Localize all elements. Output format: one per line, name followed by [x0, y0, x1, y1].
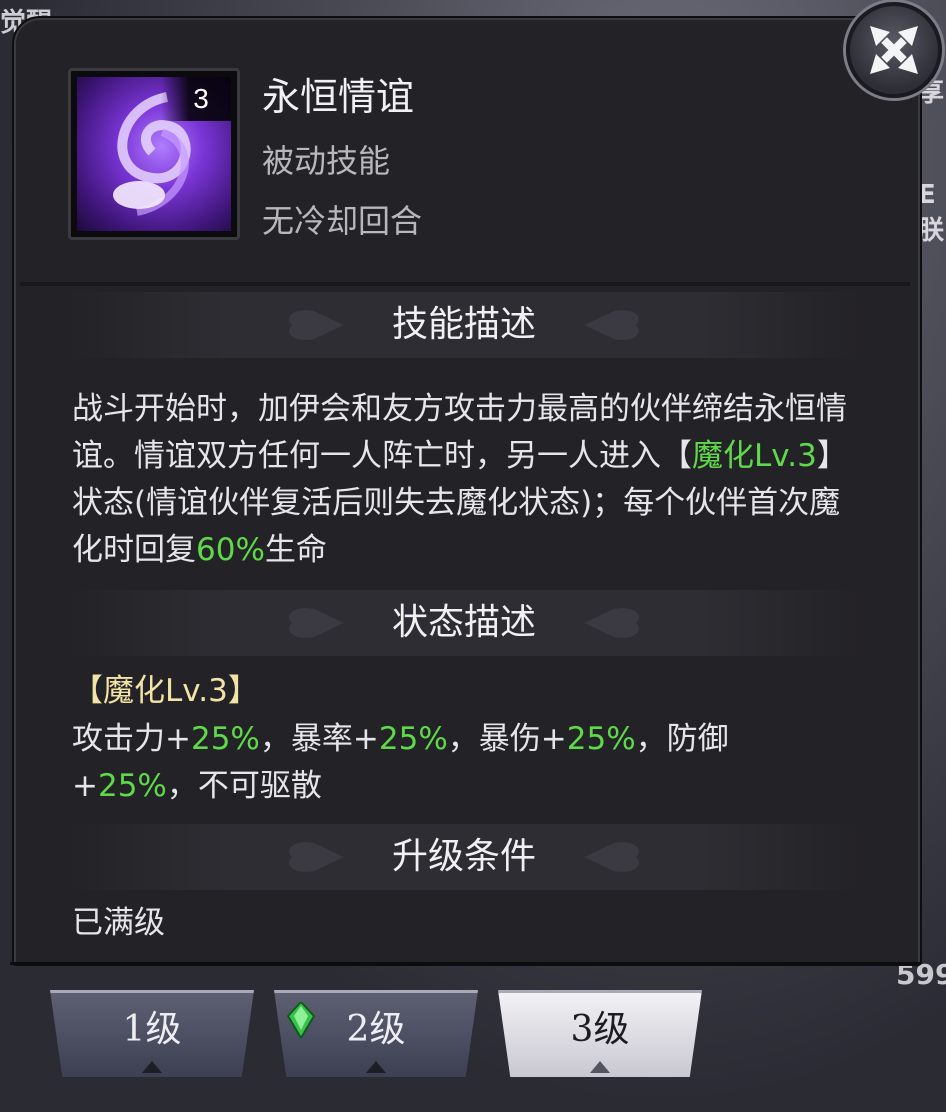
tab-notch-icon	[590, 1061, 610, 1073]
tab-notch-icon	[366, 1061, 386, 1073]
skill-cooldown: 无冷却回合	[262, 202, 423, 240]
close-icon	[870, 26, 918, 74]
status-atk-value: 25%	[190, 721, 260, 757]
section-header-upgrade: 升级条件	[64, 824, 864, 890]
section-title-description: 技能描述	[391, 304, 536, 345]
ornament-right-icon	[584, 608, 639, 638]
panel-divider	[10, 962, 920, 965]
section-header-description: 技能描述	[64, 292, 864, 358]
status-tail: ，不可驱散	[166, 768, 322, 804]
status-critdmg-value: 25%	[566, 721, 636, 757]
skill-type: 被动技能	[262, 142, 391, 180]
edge-text-right-2: E朕	[918, 180, 945, 246]
tab-level-3[interactable]: 3级	[498, 990, 702, 1077]
desc-highlight-status: 魔化Lv.3	[692, 438, 817, 474]
status-crit-value: 25%	[378, 721, 448, 757]
section-header-status: 状态描述	[64, 590, 864, 656]
skill-description-text: 战斗开始时，加伊会和友方攻击力最高的伙伴缔结永恒情谊。情谊双方任何一人阵亡时，另…	[72, 386, 862, 574]
tab-level-1[interactable]: 1级	[50, 990, 254, 1077]
status-atk-label: 攻击力+	[72, 721, 191, 757]
status-effects-text: 攻击力+25%，暴率+25%，暴伤+25%，防御+25%，不可驱散	[72, 716, 772, 810]
status-crit-label: ，暴率+	[259, 721, 379, 757]
tab-notch-icon	[142, 1061, 162, 1073]
status-name: 【魔化Lv.3】	[72, 673, 259, 709]
skill-name: 永恒情谊	[262, 75, 415, 119]
tab-level-3-label: 3级	[570, 1009, 630, 1050]
section-title-upgrade: 升级条件	[391, 836, 536, 877]
header-divider	[20, 282, 910, 286]
skill-level-badge: 3	[161, 77, 231, 121]
desc-highlight-heal: 60%	[196, 532, 265, 568]
skill-icon-frame: 3	[68, 68, 240, 240]
desc-text-3: 生命	[264, 532, 327, 568]
status-critdmg-label: ，暴伤+	[447, 721, 567, 757]
ornament-right-icon	[584, 310, 639, 340]
section-title-status: 状态描述	[391, 602, 536, 643]
upgrade-condition-text: 已满级	[72, 905, 165, 941]
green-gem-icon	[286, 1002, 316, 1038]
ornament-right-icon	[584, 842, 639, 872]
close-button[interactable]	[846, 2, 942, 98]
tab-level-1-label: 1级	[122, 1009, 182, 1050]
status-def-value: 25%	[97, 768, 167, 804]
